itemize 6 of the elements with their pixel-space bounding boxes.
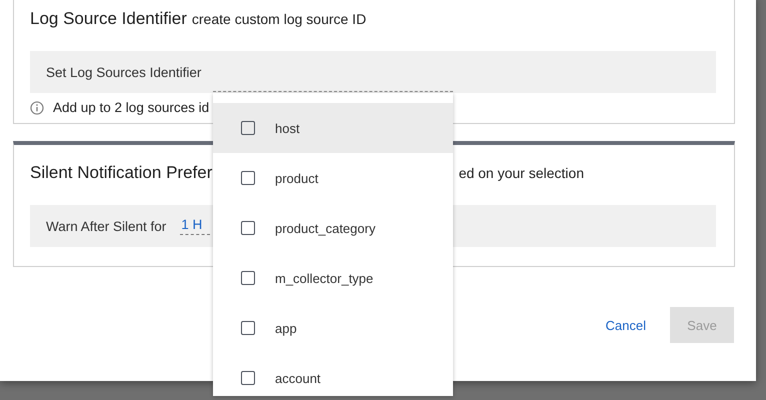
panel-title: Log Source Identifier bbox=[30, 9, 187, 29]
hint-text: Add up to 2 log sources id bbox=[53, 100, 210, 115]
field-label: Warn After Silent for bbox=[46, 218, 166, 234]
panel-title: Silent Notification Prefer bbox=[30, 163, 212, 183]
panel-title-tail: ed on your selection bbox=[458, 165, 584, 181]
panel-subtitle: create custom log source ID bbox=[192, 11, 366, 27]
